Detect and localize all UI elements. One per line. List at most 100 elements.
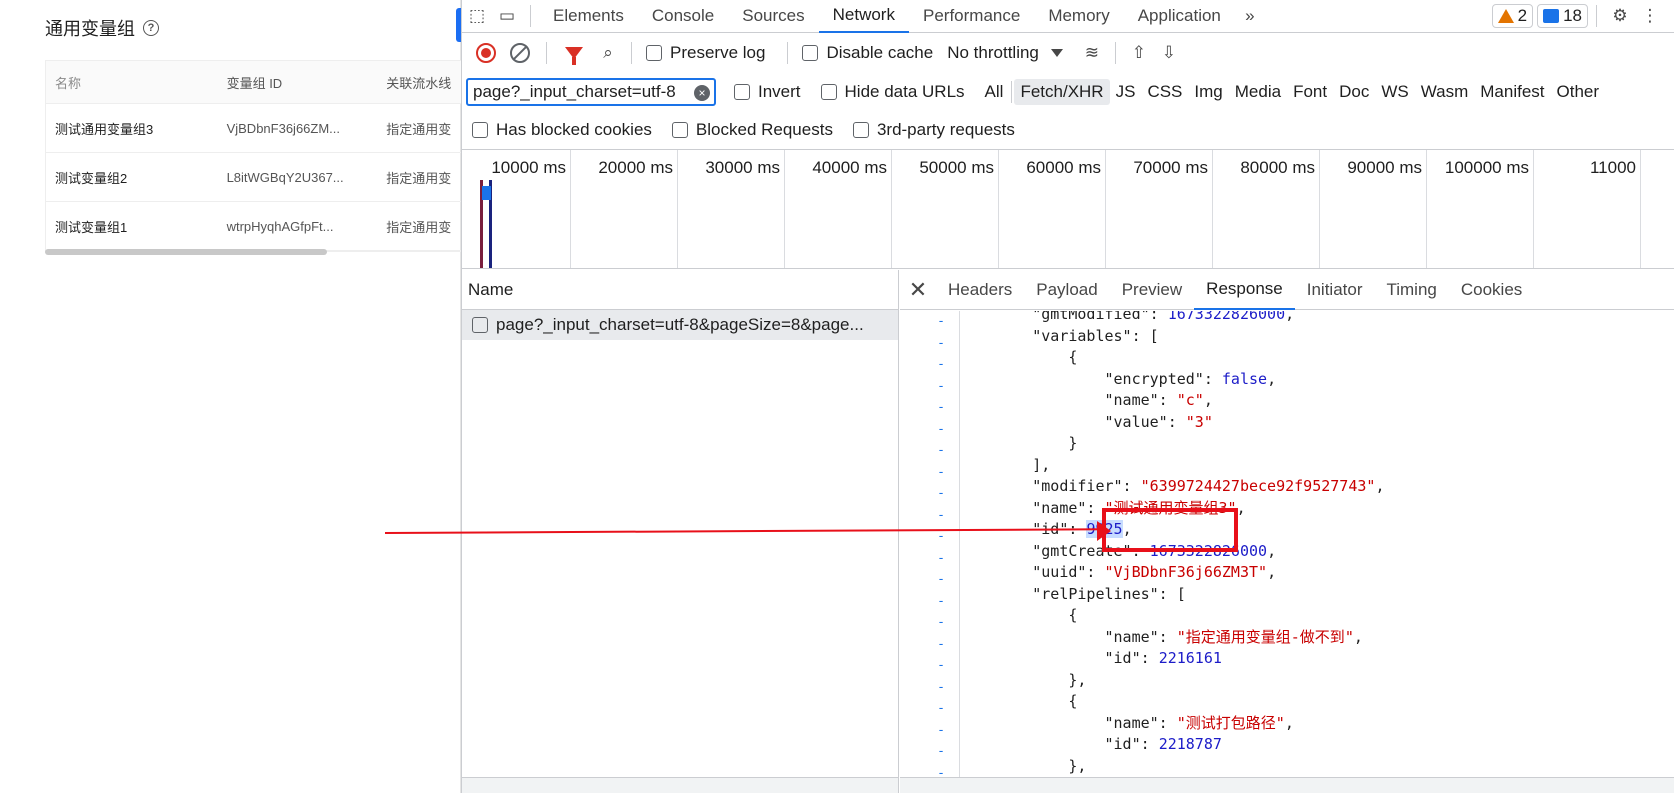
collapse-marker[interactable]: -	[900, 698, 959, 720]
collapse-marker[interactable]: -	[900, 440, 959, 462]
throttling-select[interactable]: No throttling	[947, 43, 1063, 63]
inspect-element-icon[interactable]: ⬚	[462, 1, 492, 31]
filter-funnel-icon[interactable]	[565, 47, 583, 65]
preserve-log-checkbox[interactable]: Preserve log	[640, 43, 765, 63]
horizontal-scrollbar[interactable]	[45, 249, 327, 255]
hide-data-urls-checkbox[interactable]: Hide data URLs	[815, 82, 965, 102]
checkbox-box[interactable]	[802, 45, 819, 61]
json-line: {	[1068, 692, 1078, 710]
collapse-marker[interactable]: -	[900, 655, 959, 677]
tab-application[interactable]: Application	[1124, 0, 1235, 33]
checkbox-box[interactable]	[820, 84, 837, 100]
tab-memory[interactable]: Memory	[1034, 0, 1123, 33]
invert-checkbox[interactable]: Invert	[728, 82, 801, 102]
warnings-badge[interactable]: 2	[1491, 4, 1534, 28]
third-party-checkbox[interactable]: 3rd-party requests	[847, 120, 1015, 140]
filter-input[interactable]: page?_input_charset=utf-8 ×	[466, 78, 716, 106]
blocked-requests-checkbox[interactable]: Blocked Requests	[666, 120, 833, 140]
close-icon[interactable]: ✕	[900, 277, 936, 303]
download-icon[interactable]: ⇩	[1154, 38, 1184, 68]
clear-log-icon[interactable]	[510, 43, 530, 63]
collapse-marker[interactable]: -	[900, 763, 959, 778]
divider	[1011, 81, 1013, 103]
checkbox-box[interactable]	[852, 122, 869, 138]
tab-payload[interactable]: Payload	[1024, 270, 1109, 310]
collapse-marker[interactable]: -	[900, 548, 959, 570]
tab-network[interactable]: Network	[818, 0, 909, 33]
kebab-menu-icon[interactable]: ⋮	[1635, 1, 1665, 31]
tab-elements[interactable]: Elements	[539, 0, 638, 33]
collapse-marker[interactable]: -	[900, 612, 959, 634]
collapse-marker[interactable]: -	[900, 720, 959, 742]
tab-performance[interactable]: Performance	[909, 0, 1034, 33]
search-icon[interactable]: ⌕	[593, 38, 623, 68]
checkbox-box[interactable]	[472, 317, 488, 333]
json-line: },	[1068, 756, 1087, 775]
table-row[interactable]: 测试通用变量组3 VjBDbnF36j66ZM... 指定通用变	[46, 104, 465, 153]
filter-type-other[interactable]: Other	[1551, 79, 1606, 105]
network-overview-timeline[interactable]: 10000 ms 20000 ms 30000 ms 40000 ms 50000 ms…	[462, 149, 1674, 269]
gear-icon[interactable]: ⚙	[1605, 1, 1635, 31]
question-circle-icon[interactable]: ?	[143, 20, 159, 36]
collapse-marker[interactable]: -	[900, 376, 959, 398]
filter-type-js[interactable]: JS	[1110, 79, 1142, 105]
tab-initiator[interactable]: Initiator	[1295, 270, 1375, 310]
collapse-marker[interactable]: -	[900, 462, 959, 484]
cell-name[interactable]: 测试变量组1	[46, 217, 218, 236]
filter-type-doc[interactable]: Doc	[1333, 79, 1375, 105]
more-tabs-icon[interactable]: »	[1235, 1, 1265, 31]
tab-response[interactable]: Response	[1194, 270, 1295, 310]
name-column-header[interactable]: Name	[462, 270, 898, 310]
filter-type-font[interactable]: Font	[1287, 79, 1333, 105]
device-toolbar-icon[interactable]: ▭	[492, 1, 522, 31]
tab-console[interactable]: Console	[638, 0, 728, 33]
collapse-marker[interactable]: -	[900, 634, 959, 656]
response-body[interactable]: ---------------------- "gmtModified": 16…	[900, 311, 1674, 777]
collapse-marker[interactable]: -	[900, 505, 959, 527]
collapse-marker[interactable]: -	[900, 741, 959, 763]
collapse-marker[interactable]: -	[900, 354, 959, 376]
checkbox-box[interactable]	[734, 84, 750, 100]
collapse-marker[interactable]: -	[900, 677, 959, 699]
collapse-marker[interactable]: -	[900, 397, 959, 419]
table-row[interactable]: 测试变量组1 wtrpHyqhAGfpFt... 指定通用变	[46, 202, 465, 251]
filter-type-media[interactable]: Media	[1229, 79, 1287, 105]
checkbox-box[interactable]	[646, 45, 662, 61]
tab-sources[interactable]: Sources	[728, 0, 818, 33]
network-conditions-icon[interactable]: ≋	[1077, 38, 1107, 68]
divider	[631, 42, 632, 64]
collapse-marker[interactable]: -	[900, 483, 959, 505]
upload-icon[interactable]: ⇧	[1124, 38, 1154, 68]
filter-type-wasm[interactable]: Wasm	[1415, 79, 1475, 105]
filter-type-fetch-xhr[interactable]: Fetch/XHR	[1014, 79, 1110, 105]
disable-cache-checkbox[interactable]: Disable cache	[796, 43, 933, 63]
collapse-marker[interactable]: -	[900, 569, 959, 591]
cell-name[interactable]: 测试通用变量组3	[46, 119, 218, 138]
filter-type-ws[interactable]: WS	[1375, 79, 1414, 105]
hide-data-urls-label: Hide data URLs	[844, 82, 965, 101]
tab-cookies[interactable]: Cookies	[1449, 270, 1534, 310]
cell-name[interactable]: 测试变量组2	[46, 168, 218, 187]
filter-type-css[interactable]: CSS	[1141, 79, 1188, 105]
collapse-marker[interactable]: -	[900, 311, 959, 333]
has-blocked-cookies-checkbox[interactable]: Has blocked cookies	[466, 120, 652, 140]
record-stop-icon[interactable]	[476, 43, 496, 63]
collapse-marker[interactable]: -	[900, 419, 959, 441]
timeline-tick-label: 60000 ms	[1026, 158, 1101, 177]
blocked-requests-label: Blocked Requests	[695, 120, 833, 139]
checkbox-box[interactable]	[472, 122, 488, 138]
collapse-marker[interactable]: -	[900, 333, 959, 355]
tab-preview[interactable]: Preview	[1110, 270, 1194, 310]
request-row[interactable]: page?_input_charset=utf-8&pageSize=8&pag…	[462, 310, 898, 340]
tab-headers[interactable]: Headers	[936, 270, 1024, 310]
table-row[interactable]: 测试变量组2 L8itWGBqY2U367... 指定通用变	[46, 153, 465, 202]
tab-timing[interactable]: Timing	[1374, 270, 1448, 310]
messages-badge[interactable]: 18	[1537, 4, 1588, 28]
filter-type-img[interactable]: Img	[1188, 79, 1228, 105]
filter-type-manifest[interactable]: Manifest	[1474, 79, 1550, 105]
clear-input-icon[interactable]: ×	[694, 85, 710, 101]
request-detail: ✕ Headers Payload Preview Response Initi…	[900, 270, 1674, 793]
filter-type-all[interactable]: All	[979, 79, 1010, 105]
collapse-marker[interactable]: -	[900, 591, 959, 613]
checkbox-box[interactable]	[671, 122, 688, 138]
